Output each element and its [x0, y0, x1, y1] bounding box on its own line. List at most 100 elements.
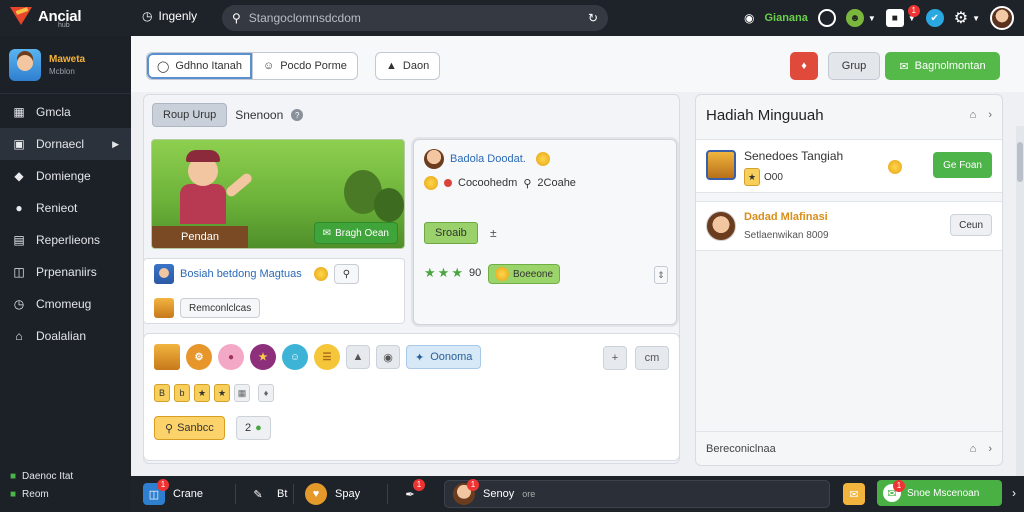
badge-icon[interactable]: ★	[250, 344, 276, 370]
chevron-right-icon[interactable]: ›	[988, 109, 992, 121]
home-icon[interactable]: ⌂	[970, 443, 977, 455]
slot-icon[interactable]: ▦	[234, 384, 250, 402]
reward-item[interactable]: Senedoes Tangiah ★ O00 Ge Foan	[696, 139, 1002, 193]
scrollbar[interactable]	[1016, 126, 1024, 506]
taskbar-label: Spay	[335, 488, 361, 500]
nav-shortcut[interactable]: ◷ Ingenly	[142, 9, 197, 23]
shield-icon: ◫ 1	[143, 479, 169, 505]
chevron-right-icon[interactable]: ›	[1012, 486, 1016, 500]
tag-button[interactable]: ✦ Oonoma	[406, 345, 482, 369]
refresh-icon[interactable]: ↻	[588, 11, 598, 25]
sidebar-item-cmomeug[interactable]: ◷ Cmomeug	[0, 288, 131, 320]
profile-header[interactable]: Maweta Mcblon	[0, 36, 131, 94]
profile-shortcut[interactable]: ☻ ▼	[845, 9, 876, 27]
sidebar-footer-item[interactable]: ■ Daenoc Itat	[10, 468, 73, 486]
share-button[interactable]: ⚲	[333, 264, 360, 284]
more-button[interactable]: cm	[635, 346, 669, 370]
reward-sub: Setlaenwikan 8009	[744, 230, 829, 241]
quest-title[interactable]: Bosiah betdong Magtuas	[180, 268, 302, 280]
sidebar-item-dornaecl[interactable]: ▣ Dornaecl ▶	[0, 128, 131, 160]
notification-icon: ■	[885, 9, 904, 27]
scroll-thumb[interactable]	[1017, 142, 1023, 182]
slot-icon[interactable]: ♦	[258, 384, 274, 402]
chest-icon	[706, 150, 736, 180]
help-icon[interactable]: ?	[291, 109, 304, 121]
tab-snenoon[interactable]: Snenoon	[235, 108, 283, 122]
user-avatar[interactable]	[990, 6, 1014, 30]
sidebar-footer-item[interactable]: ■ Reom	[10, 486, 73, 504]
sidebar-item-reperlieons[interactable]: ▤ Reperlieons	[0, 224, 131, 256]
key-button[interactable]: ⚲ Sanbcc	[154, 416, 225, 440]
sidebar-item-domienge[interactable]: ◆ Domienge	[0, 160, 131, 192]
quest-pill[interactable]: Remconlclcas	[180, 298, 261, 318]
taskbar-action-button[interactable]: ✉ 1 Snoe Mscenoan	[877, 480, 1002, 506]
event-title[interactable]: Badola Doodat.	[450, 153, 526, 165]
tab-gdhno[interactable]: ◯ Gdhno Itanah	[147, 53, 253, 79]
search-bar[interactable]: ⚲ ↻	[222, 5, 608, 31]
quest-card[interactable]: Bosiah betdong Magtuas ⚲ Remconlclcas	[143, 258, 405, 324]
tab-daon[interactable]: ▲ Daon	[375, 52, 441, 80]
chat-box[interactable]: 1 Senoy ore	[444, 479, 830, 508]
footer-label: Daenoc Itat	[22, 471, 74, 482]
taskbar-item-edit[interactable]: ✒ 1	[399, 479, 425, 507]
chat-icon: ✉ 1	[883, 480, 905, 502]
mail-icon[interactable]: ✉	[843, 483, 865, 505]
group-button[interactable]: Grup	[828, 52, 880, 80]
camera-status[interactable]: ◉	[744, 11, 754, 25]
add-button[interactable]: +	[603, 346, 627, 370]
taskbar-item-bt[interactable]: ✎ Bt	[247, 481, 287, 507]
character-icon: ☻	[845, 9, 864, 27]
slot-icon[interactable]: ★	[214, 384, 230, 402]
event-sub: Cocoohedm ⚲ 2Coahe	[414, 168, 676, 198]
event-button[interactable]: Sroaib	[424, 222, 478, 244]
settings-button[interactable]: ⚙ ▼	[954, 8, 980, 28]
chat-icon[interactable]: ✔	[925, 9, 944, 27]
search-input[interactable]	[248, 11, 580, 25]
sidebar-item-renieot[interactable]: ● Renieot	[0, 192, 131, 224]
hero-button[interactable]: ✉ Bragh Oean	[313, 222, 398, 244]
button-label: Sanbcc	[177, 422, 214, 434]
slot-icon[interactable]: B	[154, 384, 170, 402]
chevron-right-icon: ▶	[112, 138, 119, 149]
chest-icon[interactable]	[154, 344, 180, 370]
chevron-down-icon: ▼	[867, 13, 876, 23]
record-icon[interactable]	[817, 9, 836, 27]
taskbar-item-crane[interactable]: ◫ 1 Crane	[143, 479, 203, 507]
thumb-icon[interactable]: ▲	[346, 345, 370, 369]
slot-icon[interactable]: ★	[194, 384, 210, 402]
home-icon[interactable]: ⌂	[970, 109, 977, 121]
sidebar-item-prpenaniirs[interactable]: ◫ Prpenaniirs	[0, 256, 131, 288]
tab-pocdo[interactable]: ☺ Pocdo Porme	[253, 53, 357, 79]
add-icon[interactable]: ±	[490, 226, 497, 240]
taskbar-item-spay[interactable]: ♥ Spay	[305, 481, 360, 507]
slot-icon[interactable]: b	[174, 384, 190, 402]
chevron-right-icon[interactable]: ›	[988, 443, 992, 455]
sidebar-item-doalalian[interactable]: ⌂ Doalalian	[0, 320, 131, 352]
tab-roup-urup[interactable]: Roup Urup	[152, 103, 228, 127]
chevron-down-icon: ▼	[972, 13, 980, 23]
count-pill[interactable]: 2 ●	[236, 416, 271, 440]
shield-icon[interactable]: ◉	[376, 345, 400, 369]
star-icon: ★	[744, 168, 760, 186]
gear-badge-icon[interactable]: ⚙	[186, 344, 212, 370]
dropdown-toggle[interactable]: ⇕	[654, 266, 668, 284]
notifications-button[interactable]: ■ 1 ▼	[885, 5, 920, 27]
mask-icon[interactable]: ☺	[282, 344, 308, 370]
hero-banner[interactable]: Pendan ✉ Bragh Oean	[151, 139, 405, 249]
nav-label: Ingenly	[158, 9, 198, 23]
primary-action-button[interactable]: ✉ Bagnolmontan	[885, 52, 1000, 80]
scroll-icon[interactable]: ☰	[314, 344, 340, 370]
sidebar-item-gmcla[interactable]: ▦ Gmcla	[0, 96, 131, 128]
claim-button[interactable]: Ge Foan	[933, 152, 992, 178]
alert-button[interactable]: ♦	[790, 52, 818, 80]
count-value: 2	[245, 422, 252, 434]
reward-pill[interactable]: Boeeone	[488, 264, 561, 284]
view-button[interactable]: Ceun	[950, 214, 992, 236]
logo-subtitle: hub	[58, 22, 70, 29]
reward-item[interactable]: Dadad Mlafinasi Setlaenwikan 8009 Ceun	[696, 201, 1002, 251]
event-card[interactable]: Badola Doodat. Cocoohedm ⚲ 2Coahe Sroaib…	[413, 139, 677, 325]
candy-icon[interactable]: ●	[218, 344, 244, 370]
divider	[387, 484, 388, 504]
app-logo[interactable]: Ancial	[10, 4, 82, 28]
panel-header: Hadiah Minguuah ⌂ ›	[696, 95, 1002, 135]
